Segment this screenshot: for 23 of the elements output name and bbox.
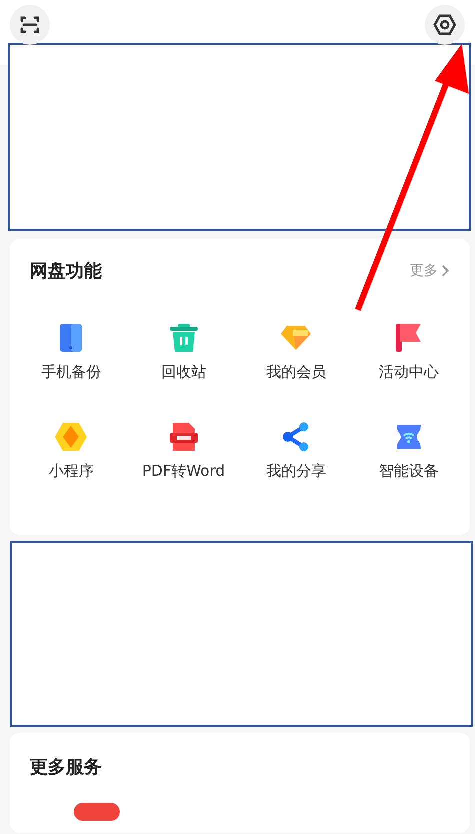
trash-can-icon: [168, 323, 199, 353]
pdf-file-icon: [168, 422, 199, 452]
section-title: 网盘功能: [30, 260, 102, 283]
share-icon: [282, 422, 310, 452]
feature-item[interactable]: 我的分享: [240, 422, 352, 481]
tag-icon: [74, 803, 120, 821]
feature-item[interactable]: 活动中心: [352, 323, 465, 382]
feature-item[interactable]: 小程序: [15, 422, 128, 481]
diamond-icon: [280, 324, 312, 352]
feature-item[interactable]: 我的会员: [240, 323, 352, 382]
phone-icon: [59, 323, 84, 353]
settings-icon: [433, 14, 457, 36]
chevron-right-icon: [442, 265, 450, 277]
scan-icon: [20, 16, 40, 34]
feature-item[interactable]: 智能设备: [352, 422, 465, 481]
section-title: 更多服务: [30, 756, 102, 779]
flag-icon: [394, 323, 423, 353]
hexagon-icon: [55, 422, 88, 452]
feature-item[interactable]: PDF转Word: [128, 422, 240, 481]
feature-item[interactable]: 手机备份: [15, 323, 128, 382]
feature-item[interactable]: 回收站: [128, 323, 240, 382]
settings-button[interactable]: [425, 5, 465, 45]
scan-button[interactable]: [10, 5, 50, 45]
